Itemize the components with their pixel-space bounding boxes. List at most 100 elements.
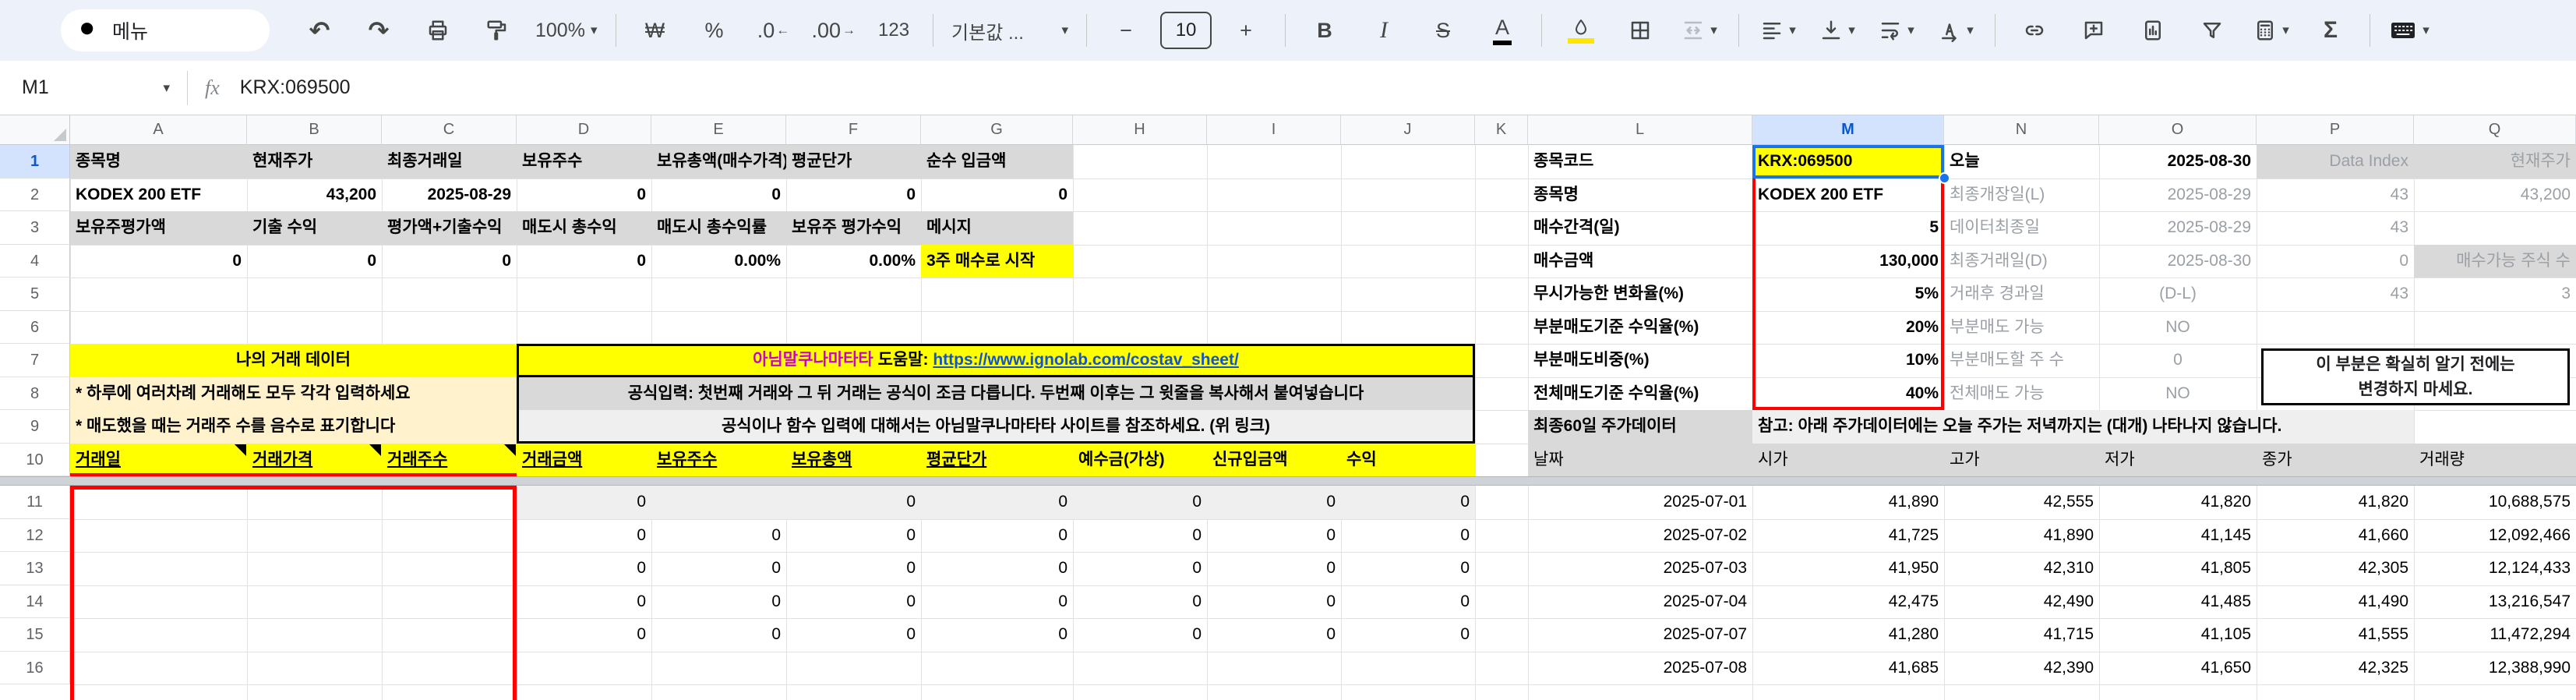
cell-M15[interactable]: 41,280 xyxy=(1752,618,1944,652)
cell-N2[interactable]: 최종개장일(L) xyxy=(1944,179,2099,212)
row-header-3[interactable]: 3 xyxy=(0,211,70,245)
cell-L12[interactable]: 2025-07-02 xyxy=(1528,519,1752,553)
cell-E10[interactable]: 보유주수 xyxy=(651,443,786,476)
cell-D3[interactable]: 매도시 총수익 xyxy=(517,211,651,245)
column-header-F[interactable]: F xyxy=(786,115,921,145)
cell-C2[interactable]: 2025-08-29 xyxy=(382,179,517,212)
cell-N10[interactable]: 고가 xyxy=(1944,443,2099,476)
cell-P16[interactable]: 42,325 xyxy=(2257,652,2414,685)
cell-O8[interactable]: NO xyxy=(2099,377,2257,411)
increase-font-button[interactable]: + xyxy=(1220,9,1272,51)
cell-J10[interactable]: 수익 xyxy=(1341,443,1475,476)
cell-L3[interactable]: 매수간격(일) xyxy=(1528,211,1752,245)
cell-L16[interactable]: 2025-07-08 xyxy=(1528,652,1752,685)
column-header-O[interactable]: O xyxy=(2099,115,2257,145)
cell-D10[interactable]: 거래금액 xyxy=(517,443,651,476)
cell-D4[interactable]: 0 xyxy=(517,245,651,278)
cell-I13[interactable]: 0 xyxy=(1207,552,1341,585)
cell-H12[interactable]: 0 xyxy=(1073,519,1207,553)
column-header-Q[interactable]: Q xyxy=(2414,115,2576,145)
cell-N5[interactable]: 거래후 경과일 xyxy=(1944,278,2099,311)
row-header-14[interactable]: 14 xyxy=(0,585,70,618)
cell-L13[interactable]: 2025-07-03 xyxy=(1528,552,1752,585)
redo-button[interactable]: ↷ xyxy=(353,9,404,51)
input-method-button[interactable]: ▾ xyxy=(2384,9,2435,51)
cell-Q13[interactable]: 12,124,433 xyxy=(2414,552,2576,585)
cell-J15[interactable]: 0 xyxy=(1341,618,1475,652)
insert-link-button[interactable] xyxy=(2009,9,2060,51)
cell-M4[interactable]: 130,000 xyxy=(1752,245,1944,278)
cell-D8[interactable]: 공식입력: 첫번째 거래와 그 뒤 거래는 공식이 조금 다릅니다. 두번째 이… xyxy=(517,377,1475,410)
cell-M7[interactable]: 10% xyxy=(1752,344,1944,377)
cell-L6[interactable]: 부분매도기준 수익율(%) xyxy=(1528,311,1752,345)
column-header-L[interactable]: L xyxy=(1528,115,1752,145)
filter-button[interactable] xyxy=(2186,9,2238,51)
cell-L15[interactable]: 2025-07-07 xyxy=(1528,618,1752,652)
cell-F11[interactable]: 0 xyxy=(786,486,921,519)
column-header-H[interactable]: H xyxy=(1073,115,1207,145)
vertical-align-button[interactable]: ▾ xyxy=(1812,9,1863,51)
bold-button[interactable]: B xyxy=(1299,9,1350,51)
insert-chart-button[interactable] xyxy=(2127,9,2179,51)
row-header-15[interactable]: 15 xyxy=(0,618,70,652)
cell-G12[interactable]: 0 xyxy=(921,519,1073,553)
cell-L11[interactable]: 2025-07-01 xyxy=(1528,486,1752,519)
cell-L14[interactable]: 2025-07-04 xyxy=(1528,585,1752,619)
cell-E3[interactable]: 매도시 총수익률 xyxy=(651,211,786,245)
number-format-button[interactable]: 123 xyxy=(868,9,919,51)
cell-O4[interactable]: 2025-08-30 xyxy=(2099,245,2257,278)
formula-input[interactable]: KRX:069500 xyxy=(240,76,351,99)
cell-F2[interactable]: 0 xyxy=(786,179,921,212)
cell-G3[interactable]: 메시지 xyxy=(921,211,1073,245)
cell-M13[interactable]: 41,950 xyxy=(1752,552,1944,585)
cell-I10[interactable]: 신규입금액 xyxy=(1207,443,1341,476)
menu-search[interactable]: 메뉴 xyxy=(61,9,270,51)
cell-O7[interactable]: 0 xyxy=(2099,344,2257,377)
cell-F14[interactable]: 0 xyxy=(786,585,921,619)
cell-D9[interactable]: 공식이나 함수 입력에 대해서는 아님말쿠나마타타 사이트를 참조하세요. (위… xyxy=(517,410,1475,444)
cell-H15[interactable]: 0 xyxy=(1073,618,1207,652)
cell-L9[interactable]: 최종60일 주가데이터 xyxy=(1528,410,1752,444)
cell-A3[interactable]: 보유주평가액 xyxy=(70,211,247,245)
column-header-B[interactable]: B xyxy=(247,115,382,145)
cell-P10[interactable]: 종가 xyxy=(2257,443,2414,476)
column-header-M[interactable]: M xyxy=(1752,115,1944,145)
cell-O11[interactable]: 41,820 xyxy=(2099,486,2257,519)
text-wrap-button[interactable]: ▾ xyxy=(1871,9,1922,51)
row-header-1[interactable]: 1 xyxy=(0,145,70,179)
increase-decimal-button[interactable]: .00 → xyxy=(807,9,861,51)
cell-L1[interactable]: 종목코드 xyxy=(1528,145,1752,179)
cell-N1[interactable]: 오늘 xyxy=(1944,145,2099,179)
cell-P5[interactable]: 43 xyxy=(2257,278,2414,311)
row-header-13[interactable]: 13 xyxy=(0,552,70,585)
cell-I12[interactable]: 0 xyxy=(1207,519,1341,553)
cell-E2[interactable]: 0 xyxy=(651,179,786,212)
strikethrough-button[interactable]: S xyxy=(1417,9,1469,51)
cell-A9[interactable]: * 매도했을 때는 거래주 수를 음수로 표기합니다 xyxy=(70,410,517,444)
cell-J14[interactable]: 0 xyxy=(1341,585,1475,619)
cell-C10[interactable]: 거래주수 xyxy=(382,443,517,476)
cell-M8[interactable]: 40% xyxy=(1752,377,1944,411)
row-header-11[interactable]: 11 xyxy=(0,486,70,519)
cell-E14[interactable]: 0 xyxy=(651,585,786,619)
cell-D7-help[interactable]: 아님말쿠나마타타 도움말: https://www.ignolab.com/co… xyxy=(517,344,1475,377)
cell-L8[interactable]: 전체매도기준 수익율(%) xyxy=(1528,377,1752,411)
spreadsheet-grid[interactable]: A B C D E F G H I J K L M N O P Q 1 2 3 4 5 6 7 8 9 10 11 12 13 14 15 16… xyxy=(0,115,2576,700)
active-cell-selection[interactable] xyxy=(1752,145,1944,179)
cell-J11[interactable]: 0 xyxy=(1341,486,1475,519)
cell-A2[interactable]: KODEX 200 ETF xyxy=(70,179,247,212)
warning-note-box[interactable]: 이 부분은 확실히 알기 전에는 변경하지 마세요. xyxy=(2261,348,2570,405)
select-all-corner[interactable] xyxy=(0,115,70,145)
italic-button[interactable]: I xyxy=(1358,9,1410,51)
cell-D1[interactable]: 보유주수 xyxy=(517,145,651,179)
cell-E15[interactable]: 0 xyxy=(651,618,786,652)
cell-P4[interactable]: 0 xyxy=(2257,245,2414,278)
cell-G1[interactable]: 순수 입금액 xyxy=(921,145,1073,179)
name-box[interactable]: M1 ▾ xyxy=(22,76,170,99)
frozen-rows-divider[interactable] xyxy=(0,476,2576,486)
cell-L4[interactable]: 매수금액 xyxy=(1528,245,1752,278)
cell-Q16[interactable]: 12,388,990 xyxy=(2414,652,2576,685)
functions-button[interactable]: Σ xyxy=(2305,9,2356,51)
cell-Q15[interactable]: 11,472,294 xyxy=(2414,618,2576,652)
column-header-C[interactable]: C xyxy=(382,115,517,145)
